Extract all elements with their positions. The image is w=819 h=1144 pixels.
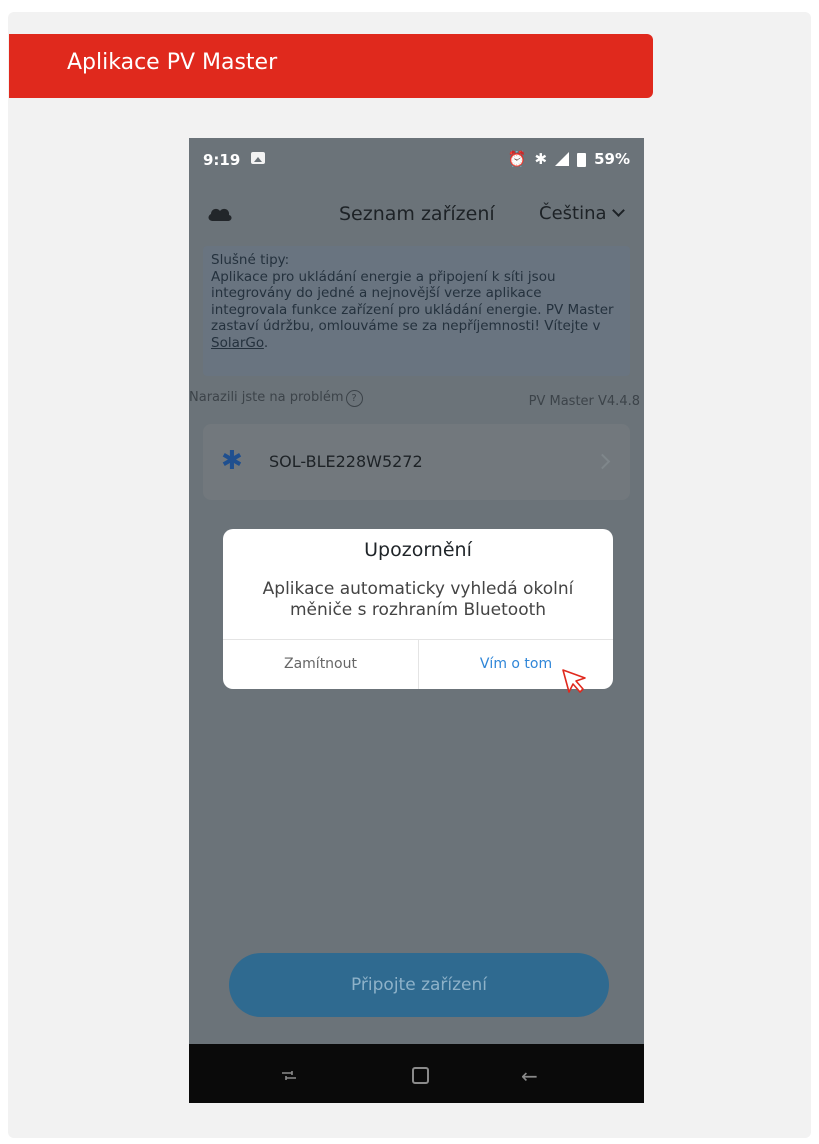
tips-tail: . [263, 334, 269, 351]
cloud-icon[interactable] [207, 206, 233, 222]
tips-body: Aplikace pro ukládání energie a připojen… [211, 268, 614, 335]
dialog-title: Upozornění [364, 539, 472, 561]
status-icons: ⏰ ✱ 59% [508, 150, 630, 168]
question-icon: ? [345, 390, 363, 407]
status-time: 9:19 [203, 151, 241, 169]
device-name: SOL-BLE228W5272 [269, 452, 423, 471]
bluetooth-icon: ✱ [221, 446, 243, 476]
phone-screenshot: 9:19 ⏰ ✱ 59% Seznam zařízení Čeština Slu… [189, 138, 644, 1103]
alarm-icon: ⏰ [507, 150, 527, 168]
status-bar: 9:19 ⏰ ✱ 59% [189, 138, 644, 186]
app-bar: Seznam zařízení Čeština [189, 186, 644, 246]
language-label: Čeština [539, 203, 607, 224]
home-icon[interactable] [412, 1067, 429, 1084]
cursor-pointer-icon [562, 669, 586, 693]
image-notification-icon [251, 152, 265, 164]
page-title: Seznam zařízení [339, 203, 495, 225]
tips-panel: Slušné tipy: Aplikace pro ukládání energ… [203, 246, 630, 376]
language-select[interactable]: Čeština [539, 203, 625, 224]
solargo-link[interactable]: SolarGo [211, 335, 264, 351]
header-banner: Aplikace PV Master [9, 34, 653, 98]
chevron-down-icon [611, 204, 625, 217]
notice-dialog: Upozornění Aplikace automaticky vyhledá … [223, 529, 613, 689]
dialog-message: Aplikace automaticky vyhledá okolní měni… [262, 579, 574, 620]
chevron-right-icon [594, 453, 611, 470]
problem-link[interactable]: Narazili jste na problém? [189, 390, 363, 407]
system-nav-bar: ← [189, 1044, 644, 1103]
battery-percent: 59% [594, 150, 630, 168]
battery-icon [577, 153, 587, 167]
decline-button[interactable]: Zamítnout [223, 640, 418, 689]
recent-apps-icon[interactable] [281, 1070, 297, 1080]
bluetooth-status-icon: ✱ [534, 150, 548, 168]
app-version: PV Master V4.4.8 [528, 394, 640, 409]
help-row: Narazili jste na problém? PV Master V4.4… [189, 390, 644, 412]
signal-icon [555, 152, 570, 166]
connect-device-button[interactable]: Připojte zařízení [229, 953, 609, 1017]
banner-title: Aplikace PV Master [67, 50, 278, 75]
tips-heading: Slušné tipy: [211, 252, 290, 268]
problem-text: Narazili jste na problém [189, 390, 344, 405]
device-list-item[interactable]: ✱ SOL-BLE228W5272 [203, 424, 630, 500]
back-arrow-icon[interactable]: ← [521, 1064, 538, 1088]
